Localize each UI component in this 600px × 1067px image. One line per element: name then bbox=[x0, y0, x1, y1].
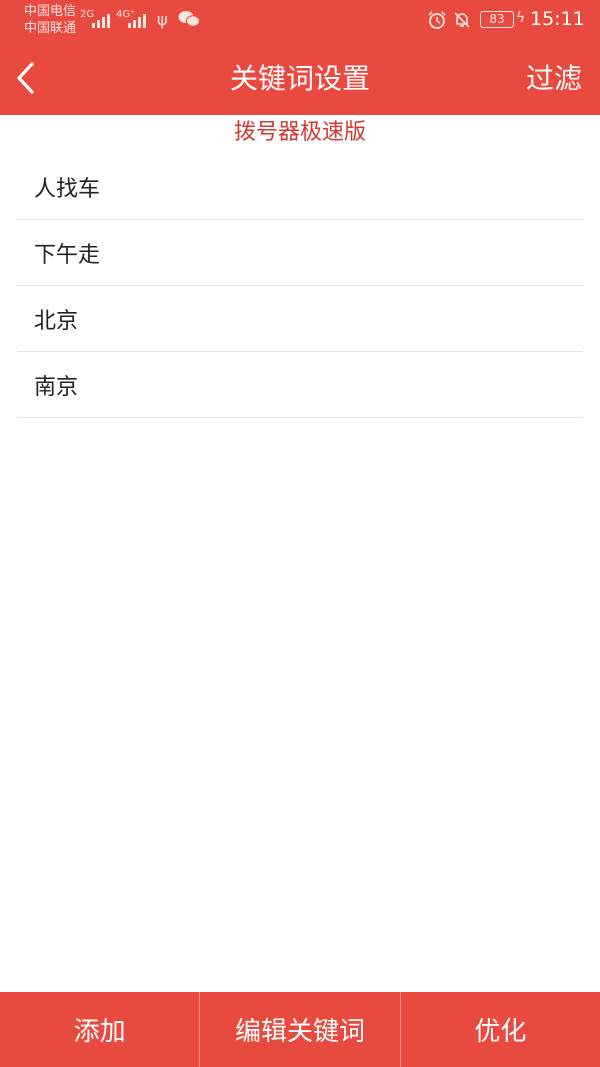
add-button[interactable]: 添加 bbox=[0, 992, 199, 1067]
keyword-item[interactable]: 南京 bbox=[17, 352, 583, 418]
filter-button[interactable]: 过滤 bbox=[526, 60, 582, 98]
bottom-action-bar: 添加 编辑关键词 优化 bbox=[0, 992, 600, 1067]
status-bar: 中国电信 中国联通 2G 4G⁺ ψ 83 ϟ 15:11 bbox=[0, 0, 600, 42]
top-bar: 中国电信 中国联通 2G 4G⁺ ψ 83 ϟ 15:11 关键词设置 过滤 bbox=[0, 0, 600, 115]
keyword-item[interactable]: 北京 bbox=[17, 286, 583, 352]
carrier-info: 中国电信 中国联通 bbox=[24, 3, 76, 37]
carrier-1: 中国电信 bbox=[24, 4, 77, 19]
status-time: 15:11 bbox=[530, 8, 585, 30]
charging-icon: ϟ bbox=[516, 10, 526, 26]
keyword-list: 人找车 下午走 北京 南京 bbox=[17, 154, 583, 418]
app-subtitle: 拨号器极速版 bbox=[233, 120, 366, 145]
keyword-item[interactable]: 下午走 bbox=[17, 220, 583, 286]
signal-bars-2-icon bbox=[128, 12, 146, 28]
battery-icon: 83 bbox=[480, 11, 514, 28]
keyword-item[interactable]: 人找车 bbox=[17, 154, 583, 220]
page-title: 关键词设置 bbox=[229, 62, 370, 95]
optimize-button[interactable]: 优化 bbox=[399, 992, 600, 1067]
mute-bell-icon bbox=[454, 12, 470, 28]
signal-bars-1-icon bbox=[92, 12, 110, 28]
edit-keywords-button[interactable]: 编辑关键词 bbox=[199, 992, 399, 1067]
carrier-2: 中国联通 bbox=[24, 21, 77, 36]
usb-icon: ψ bbox=[157, 10, 168, 29]
wechat-icon bbox=[178, 11, 200, 27]
alarm-icon bbox=[428, 11, 446, 29]
